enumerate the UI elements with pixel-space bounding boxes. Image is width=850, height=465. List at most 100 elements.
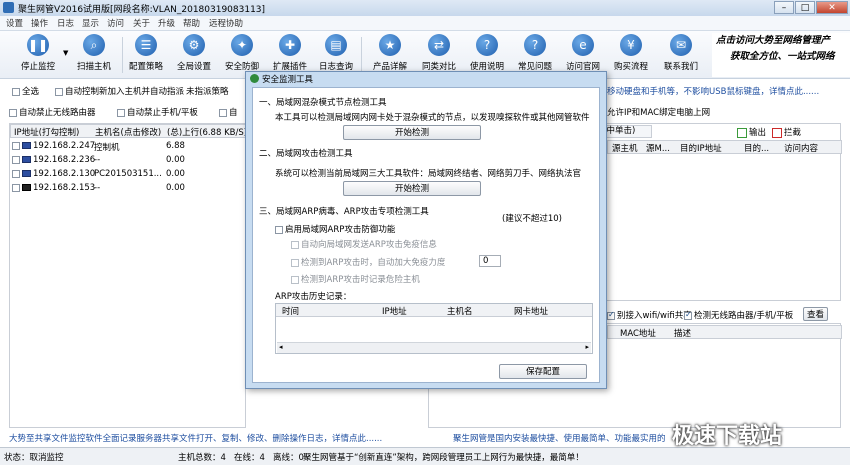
computer-icon xyxy=(22,184,31,191)
plugin-icon: ✚ xyxy=(279,34,301,56)
log-query-button[interactable]: ▤ 日志查询 xyxy=(310,34,362,76)
scan-icon: ⌕ xyxy=(83,34,105,56)
save-config-button[interactable]: 保存配置 xyxy=(499,364,587,379)
view-button[interactable]: 查看 xyxy=(803,307,828,321)
start-attack-detect-button[interactable]: 开始检测 xyxy=(343,181,481,196)
scroll-left-icon[interactable]: ◂ xyxy=(279,343,283,351)
section1-desc: 本工具可以检测局域网内网卡处于混杂模式的节点，以发现嗅探软件或其他网管软件 xyxy=(275,113,590,123)
menu-help[interactable]: 帮助 xyxy=(183,17,200,29)
help-icon: ? xyxy=(476,34,498,56)
computer-icon xyxy=(22,156,31,163)
block-legend-swatch xyxy=(772,127,782,138)
ip-mac-bind-label: 允许IP和MAC绑定电脑上网 xyxy=(607,108,711,118)
wireless-header: MAC地址 描述 xyxy=(607,325,842,339)
product-icon: ★ xyxy=(379,34,401,56)
legend-output: 输出 xyxy=(737,126,766,138)
faq-button[interactable]: ? 常见问题 xyxy=(509,34,561,76)
table-row[interactable]: 192.168.2.247 控制机 6.88 xyxy=(10,140,245,153)
policy-icon: ☰ xyxy=(135,34,157,56)
horizontal-scrollbar[interactable]: ◂ ▸ xyxy=(277,342,591,353)
arp-boost-checkbox[interactable]: 检测到ARP攻击时，自动加大免疫力度 xyxy=(291,256,445,268)
table-row[interactable]: 192.168.2.236 -- 0.00 xyxy=(10,154,245,167)
block-wireless-router-checkbox[interactable]: 自动禁止无线路由器 xyxy=(9,106,96,118)
pause-icon: ❚❚ xyxy=(27,34,49,56)
immunity-level-input[interactable]: 0 xyxy=(479,255,501,267)
status-text: 状态：取消监控 xyxy=(4,453,64,463)
maximize-button[interactable]: □ xyxy=(795,1,815,14)
menu-log[interactable]: 日志 xyxy=(57,17,74,29)
promo-banner[interactable]: 点击访问大势至网络管理产 获取全方位、一站式网络 xyxy=(712,33,850,77)
purchase-icon: ¥ xyxy=(620,34,642,56)
section3-title: 三、局域网ARP病毒、ARP攻击专项检测工具 xyxy=(259,207,429,217)
extensions-button[interactable]: ✚ 扩展插件 xyxy=(264,34,316,76)
col-hostname[interactable]: 主机名(点击修改) xyxy=(95,126,161,138)
dialog-body: 一、局域网混杂模式节点检测工具 本工具可以检测局域网内网卡处于混杂模式的节点，以… xyxy=(252,87,600,383)
share-monitor-ad-link[interactable]: 大势至共享文件监控软件全面记录服务器共享文件打开、复制、修改、删除操作日志，详情… xyxy=(9,432,382,444)
official-site-button[interactable]: e 访问官网 xyxy=(557,34,609,76)
global-settings-icon: ⚙ xyxy=(183,34,205,56)
select-all-checkbox[interactable]: 全选 xyxy=(12,85,39,97)
arp-log-header: 时间 IP地址 主机名 网卡地址 xyxy=(276,304,592,317)
section2-desc: 系统可以检测当前局域网三大工具软件：局域网终结者、网络剪刀手、网络执法官 xyxy=(275,169,582,179)
stop-monitor-button[interactable]: ❚❚ 停止监控 xyxy=(12,34,64,76)
col-upload[interactable]: (总)上行(6.88 KB/S) xyxy=(167,126,247,138)
section3-hint: (建议不超过10) xyxy=(502,214,562,224)
host-list-header: IP地址(打勾控制) 主机名(点击修改) (总)上行(6.88 KB/S) xyxy=(10,124,247,138)
start-promiscuous-detect-button[interactable]: 开始检测 xyxy=(343,125,481,140)
website-icon: e xyxy=(572,34,594,56)
menu-bar: 设置 操作 日志 显示 访问 关于 升级 帮助 远程协助 xyxy=(0,16,850,31)
faq-icon: ? xyxy=(524,34,546,56)
purchase-button[interactable]: ¥ 购买流程 xyxy=(605,34,657,76)
menu-settings[interactable]: 设置 xyxy=(6,17,23,29)
security-defense-button[interactable]: ✦ 安全防御 xyxy=(216,34,268,76)
traffic-header: 源主机 源M... 目的IP地址 目的... 访问内容 xyxy=(607,140,842,154)
unassigned-policy-label[interactable]: 未指派策略 xyxy=(186,85,229,97)
dialog-title-bar[interactable]: 安全监测工具 xyxy=(246,72,606,86)
section2-title: 二、局域网攻击检测工具 xyxy=(259,149,353,159)
window-title: 聚生网管V2016试用版[网段名称:VLAN_20180319083113] xyxy=(18,5,266,15)
block-mobile-checkbox[interactable]: 自动禁止手机/平板 xyxy=(117,106,198,118)
menu-operate[interactable]: 操作 xyxy=(31,17,48,29)
menu-remote-assist[interactable]: 远程协助 xyxy=(209,17,243,29)
detect-wireless-checkbox[interactable]: 检测无线路由器/手机/平板 xyxy=(684,309,793,321)
product-detail-button[interactable]: ★ 产品详解 xyxy=(364,34,416,76)
compare-button[interactable]: ⇄ 同类对比 xyxy=(413,34,465,76)
global-settings-button[interactable]: ⚙ 全局设置 xyxy=(168,34,220,76)
close-button[interactable]: ✕ xyxy=(816,1,848,14)
table-row[interactable]: 192.168.2.153 -- 0.00 xyxy=(10,182,245,195)
usb-notice-link[interactable]: 移动硬盘和手机等，不影响USB鼠标键盘，详情点此...... xyxy=(607,85,819,97)
wifi-share-label[interactable]: 别接入wifi/wifi共享 xyxy=(607,309,692,321)
record-danger-host-checkbox[interactable]: 检测到ARP攻击时记录危险主机 xyxy=(291,273,420,285)
scroll-right-icon[interactable]: ▸ xyxy=(585,343,589,351)
auto-control-checkbox[interactable]: 自动控制新加入主机并自动指派 xyxy=(55,85,184,97)
auto-option-checkbox[interactable]: 自 xyxy=(219,106,238,118)
computer-icon xyxy=(22,170,31,177)
computer-icon xyxy=(22,142,31,149)
col-ip[interactable]: IP地址(打勾控制) xyxy=(14,126,79,138)
contact-icon: ✉ xyxy=(670,34,692,56)
usage-guide-button[interactable]: ? 使用说明 xyxy=(461,34,513,76)
toolbar-separator xyxy=(361,37,362,73)
menu-about[interactable]: 关于 xyxy=(133,17,150,29)
arp-log-label: ARP攻击历史记录： xyxy=(275,292,352,302)
menu-display[interactable]: 显示 xyxy=(82,17,99,29)
dialog-title: 安全监测工具 xyxy=(262,75,314,85)
site-watermark: 极速下载站 xyxy=(672,424,783,449)
title-bar: 聚生网管V2016试用版[网段名称:VLAN_20180319083113] –… xyxy=(0,0,850,17)
menu-upgrade[interactable]: 升级 xyxy=(158,17,175,29)
scan-hosts-button[interactable]: ⌕ 扫描主机 xyxy=(68,34,120,76)
product-ad-link[interactable]: 聚生网管是国内安装最快捷、使用最简单、功能最实用的 xyxy=(453,432,666,444)
host-list-panel: IP地址(打勾控制) 主机名(点击修改) (总)上行(6.88 KB/S) 19… xyxy=(9,123,247,428)
minimize-button[interactable]: – xyxy=(774,1,794,14)
table-row[interactable]: 192.168.2.130 PC201503151... 0.00 xyxy=(10,168,245,181)
legend-block: 拦截 xyxy=(772,126,801,138)
menu-access[interactable]: 访问 xyxy=(107,17,124,29)
log-icon: ▤ xyxy=(325,34,347,56)
compare-icon: ⇄ xyxy=(428,34,450,56)
host-count: 主机总数：4 在线：4 离线：0 xyxy=(178,453,304,463)
enable-arp-defense-checkbox[interactable]: 启用局域网ARP攻击防御功能 xyxy=(275,223,395,235)
section1-title: 一、局域网混杂模式节点检测工具 xyxy=(259,98,387,108)
config-policy-button[interactable]: ☰ 配置策略 xyxy=(120,34,172,76)
arp-immunity-checkbox[interactable]: 自动向局域网发送ARP攻击免疫信息 xyxy=(291,238,437,250)
contact-button[interactable]: ✉ 联系我们 xyxy=(655,34,707,76)
